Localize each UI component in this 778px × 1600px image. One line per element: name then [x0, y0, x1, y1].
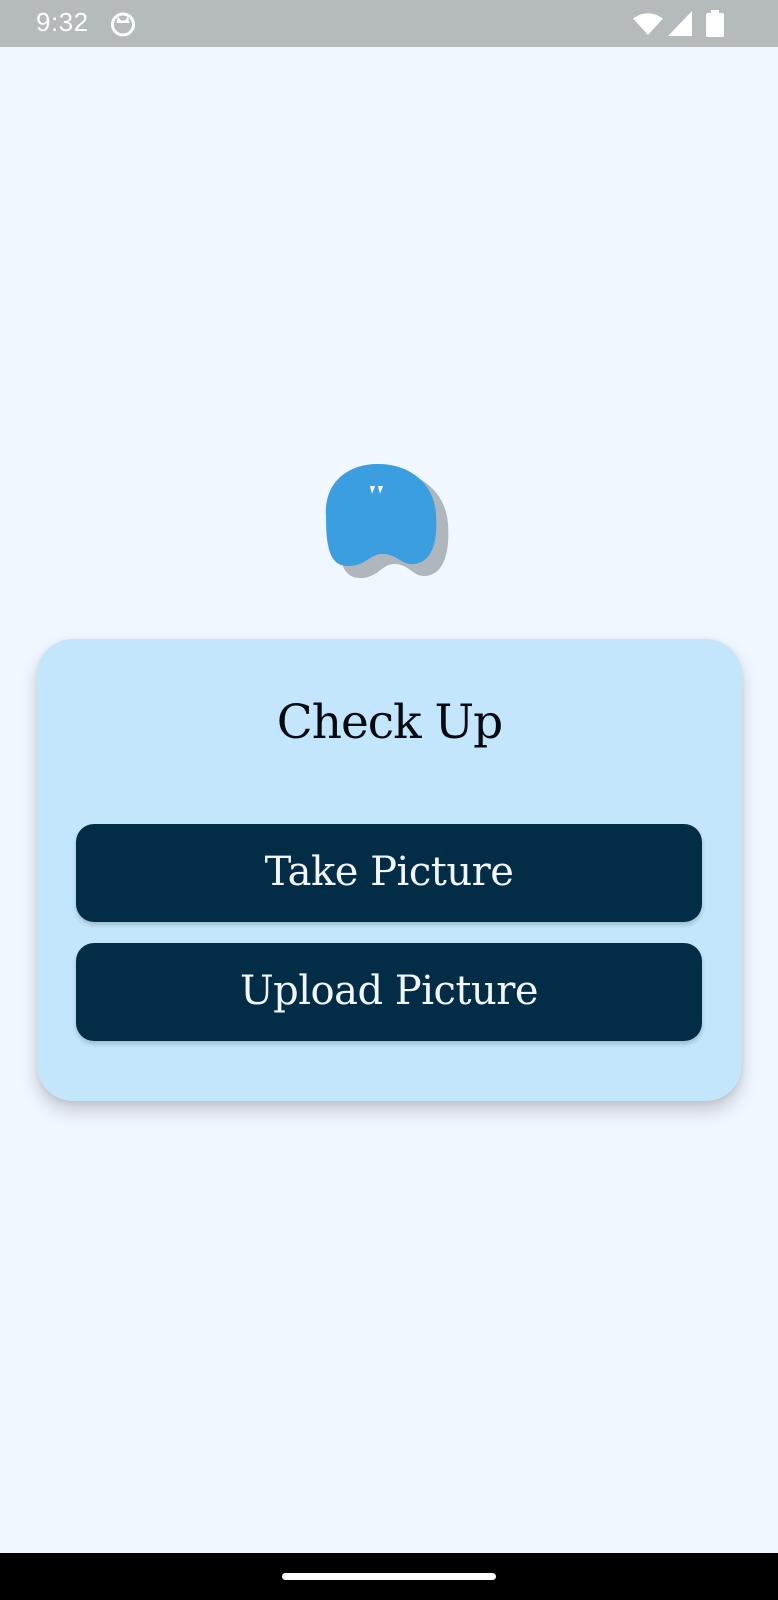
card-title: Check Up: [276, 695, 504, 750]
battery-icon: [706, 10, 724, 37]
signal-icon: [668, 11, 692, 36]
tooth-logo-icon: [325, 464, 449, 578]
home-gesture-handle[interactable]: [282, 1573, 496, 1580]
status-bar: 9:32: [0, 0, 778, 47]
wifi-icon: [633, 13, 663, 35]
check-up-card: Check Up Take Picture Upload Picture: [37, 639, 742, 1101]
status-time: 9:32: [36, 7, 89, 37]
cat-app-icon: [111, 12, 135, 37]
navigation-bar: [0, 1553, 778, 1600]
upload-picture-button[interactable]: Upload Picture: [76, 943, 702, 1041]
take-picture-button[interactable]: Take Picture: [76, 824, 702, 922]
